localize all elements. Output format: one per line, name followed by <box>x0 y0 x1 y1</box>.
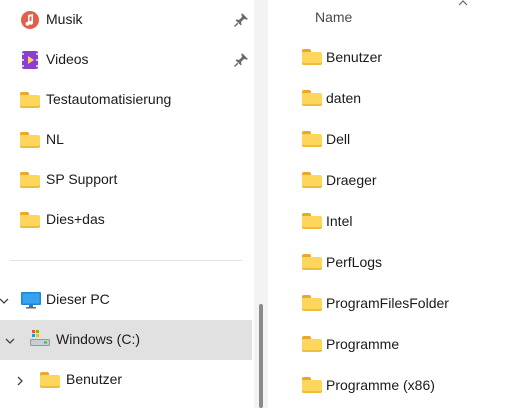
pin-icon[interactable] <box>233 52 249 68</box>
file-name: Programme <box>326 336 400 352</box>
folder-icon <box>40 372 60 388</box>
music-icon <box>20 10 40 30</box>
file-row[interactable]: Programme (x86) <box>268 366 512 406</box>
file-row[interactable]: ProgramFilesFolder <box>268 284 512 324</box>
file-list-pane: Name Benutzer daten Dell Draeger Intel P… <box>268 0 512 408</box>
tree-item-label: Benutzer <box>66 371 123 387</box>
nav-item-label: Testautomatisierung <box>46 91 172 107</box>
tree-item-dieser-pc[interactable]: Dieser PC <box>0 280 254 320</box>
chevron-right-icon[interactable] <box>14 374 26 386</box>
chevron-down-icon[interactable] <box>4 334 16 346</box>
nav-item-videos[interactable]: Videos <box>0 40 254 80</box>
tree-item-label: Dieser PC <box>46 291 110 307</box>
file-row[interactable]: Intel <box>268 202 512 242</box>
file-row[interactable]: daten <box>268 79 512 119</box>
file-name: daten <box>326 90 362 106</box>
folder-icon <box>20 170 40 190</box>
folder-icon <box>302 295 322 311</box>
file-row[interactable]: Dell <box>268 120 512 160</box>
file-name: Benutzer <box>326 49 383 65</box>
chevron-down-icon[interactable] <box>0 294 10 306</box>
navigation-pane: Musik Videos Testautomatisierung NL SP S… <box>0 0 254 408</box>
nav-item-label: Musik <box>46 11 83 27</box>
nav-item-nl[interactable]: NL <box>0 120 254 160</box>
computer-icon <box>20 290 42 310</box>
nav-item-label: Dies+das <box>46 211 105 227</box>
file-row[interactable]: Draeger <box>268 161 512 201</box>
file-name: Draeger <box>326 172 377 188</box>
folder-icon <box>302 131 322 147</box>
folder-icon <box>20 130 40 150</box>
folder-icon <box>302 90 322 106</box>
file-name: Programme (x86) <box>326 377 435 393</box>
chevron-up-icon <box>456 0 470 8</box>
file-name: Intel <box>326 213 353 229</box>
nav-item-label: Videos <box>46 51 89 67</box>
column-header-name[interactable]: Name <box>315 9 352 25</box>
file-row[interactable]: Benutzer <box>268 38 512 78</box>
nav-separator <box>10 260 242 261</box>
folder-icon <box>302 49 322 65</box>
nav-item-sp-support[interactable]: SP Support <box>0 160 254 200</box>
nav-item-label: SP Support <box>46 171 118 187</box>
folder-icon <box>302 213 322 229</box>
file-row[interactable]: PerfLogs <box>268 243 512 283</box>
folder-icon <box>302 254 322 270</box>
file-name: PerfLogs <box>326 254 383 270</box>
folder-icon <box>302 377 322 393</box>
file-name: Dell <box>326 131 351 147</box>
tree-item-benutzer[interactable]: Benutzer <box>0 360 254 400</box>
file-row[interactable]: Programme <box>268 325 512 365</box>
nav-item-musik[interactable]: Musik <box>0 0 254 40</box>
folder-icon <box>302 172 322 188</box>
file-name: ProgramFilesFolder <box>326 295 449 311</box>
tree-item-windows-c[interactable]: Windows (C:) <box>0 320 252 360</box>
nav-item-testautomatisierung[interactable]: Testautomatisierung <box>0 80 254 120</box>
tree-item-label: Windows (C:) <box>56 331 141 347</box>
folder-icon <box>302 336 322 352</box>
scrollbar-thumb[interactable] <box>259 304 263 408</box>
folder-icon <box>20 210 40 230</box>
pin-icon[interactable] <box>233 12 249 28</box>
videos-icon <box>20 50 40 70</box>
folder-icon <box>20 90 40 110</box>
drive-icon <box>29 329 51 349</box>
nav-item-label: NL <box>46 131 64 147</box>
nav-item-dies-das[interactable]: Dies+das <box>0 200 254 240</box>
